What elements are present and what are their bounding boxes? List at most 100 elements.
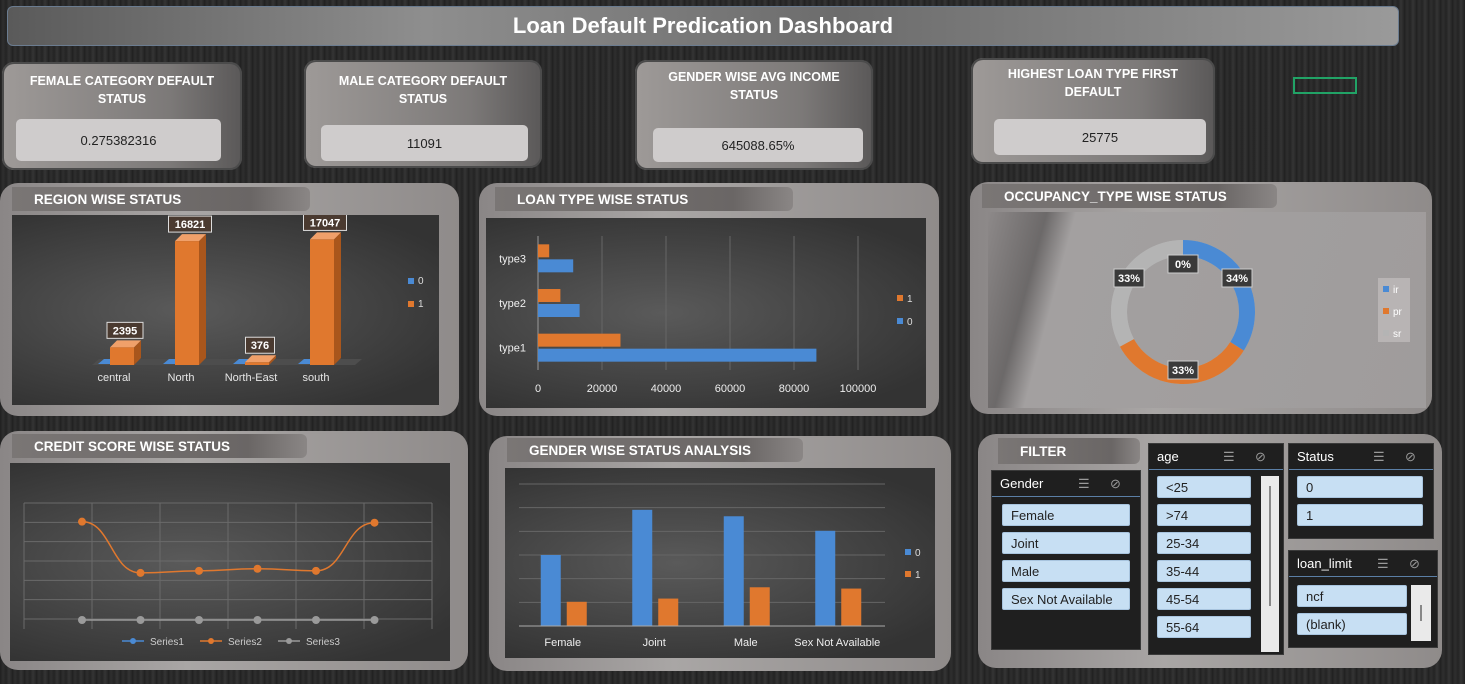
region-legend-swatch-0 [408,278,414,284]
slicer-item-age-35-44[interactable]: 35-44 [1157,560,1251,582]
loan-y-tick: type3 [499,253,526,265]
loan-x-tick: 20000 [587,383,618,395]
region-plot: 2395 central 16821 North 376 North-East 17047 s… [12,213,439,405]
gender-x-tick: Sex Not Available [794,637,880,649]
gender-bar-1 [841,588,862,626]
clear-filter-icon[interactable]: ⊘ [1409,556,1420,572]
slicer-item-female[interactable]: Female [1002,504,1130,526]
age-slicer[interactable]: age ☰ ⊘ <25 >74 25-34 35-44 45-54 55-64 [1148,443,1284,655]
region-x-tick: central [97,372,130,384]
multi-select-icon[interactable]: ☰ [1078,476,1090,492]
kpi-male-card: MALE CATEGORY DEFAULT STATUS 11091 [304,60,542,168]
loan-type-title: LOAN TYPE WISE STATUS [495,187,793,211]
region-bar-1 [110,347,134,365]
loan-bar-0 [538,348,817,362]
loan-limit-slicer-title: loan_limit [1297,556,1352,571]
region-legend-swatch-1 [408,301,414,307]
occupancy-data-label: 0% [1175,259,1191,271]
age-scrollbar[interactable] [1261,476,1279,652]
slicer-item-age-lt25[interactable]: <25 [1157,476,1251,498]
clear-filter-icon[interactable]: ⊘ [1405,449,1416,465]
filter-panel: FILTER Gender ☰ ⊘ Female Joint Male Sex … [978,434,1442,668]
credit-title: CREDIT SCORE WISE STATUS [12,434,307,458]
slicer-item-age-55-64[interactable]: 55-64 [1157,616,1251,638]
occupancy-plot: 34% 33% 33% 0% ir pr sr [988,212,1426,408]
gender-chart: Female Joint Male Sex Not Available 0 1 [519,483,921,649]
kpi-loan-type-card: HIGHEST LOAN TYPE FIRST DEFAULT 25775 [971,58,1215,164]
region-bar-side [199,234,206,365]
kpi-male-label: MALE CATEGORY DEFAULT STATUS [338,74,508,106]
gender-title: GENDER WISE STATUS ANALYSIS [507,438,803,462]
loan-limit-slicer[interactable]: loan_limit ☰ ⊘ ncf (blank) [1288,550,1438,648]
dashboard-title: Loan Default Predication Dashboard [7,6,1399,46]
region-bar-1 [245,362,269,365]
slicer-item-male[interactable]: Male [1002,560,1130,582]
gender-x-tick: Male [734,637,758,649]
gender-x-tick: Joint [643,637,666,649]
loan-x-tick: 80000 [779,383,810,395]
occupancy-data-label: 34% [1226,273,1248,285]
slicer-item-age-gt74[interactable]: >74 [1157,504,1251,526]
clear-filter-icon[interactable]: ⊘ [1110,476,1121,492]
loan-legend-1: 1 [907,294,913,305]
loan-y-tick: type1 [499,343,526,355]
gender-bar-1 [566,601,587,626]
slicer-item-age-45-54[interactable]: 45-54 [1157,588,1251,610]
region-panel: REGION WISE STATUS 2395 central 16821 North… [0,183,459,416]
multi-select-icon[interactable]: ☰ [1373,449,1385,465]
occupancy-chart: 34% 33% 33% 0% ir pr sr [1111,240,1410,384]
loan-legend-swatch-0 [897,318,903,324]
loan-type-panel: LOAN TYPE WISE STATUS 0 20000 40000 60000 80… [479,183,939,416]
gender-slicer[interactable]: Gender ☰ ⊘ Female Joint Male Sex Not Ava… [991,470,1141,650]
region-legend-1: 1 [418,299,424,310]
gender-bar-0 [632,509,653,626]
clear-filter-icon[interactable]: ⊘ [1255,449,1266,465]
occupancy-legend-swatch [1383,308,1389,314]
kpi-loan-type-label: HIGHEST LOAN TYPE FIRST DEFAULT [1007,67,1179,99]
gender-bar-1 [749,587,770,626]
occupancy-legend-label: pr [1393,307,1403,318]
region-legend-0: 0 [418,276,424,287]
gender-x-tick: Female [544,637,581,649]
region-x-tick: North-East [225,372,278,384]
gender-legend-swatch [905,571,911,577]
loan-limit-scrollbar[interactable] [1411,585,1431,641]
gender-plot: Female Joint Male Sex Not Available 0 1 [505,468,935,658]
slicer-item-status-0[interactable]: 0 [1297,476,1423,498]
multi-select-icon[interactable]: ☰ [1377,556,1389,572]
filter-title: FILTER [998,438,1140,464]
kpi-female-value: 0.275382316 [16,119,221,161]
gender-slicer-title: Gender [1000,476,1044,491]
multi-select-icon[interactable]: ☰ [1223,449,1235,465]
occupancy-legend-label: ir [1393,285,1399,296]
credit-legend-label: Series2 [228,637,262,648]
slicer-item-blank[interactable]: (blank) [1297,613,1407,635]
slicer-item-age-25-34[interactable]: 25-34 [1157,532,1251,554]
slicer-item-ncf[interactable]: ncf [1297,585,1407,607]
slicer-item-sex-na[interactable]: Sex Not Available [1002,588,1130,610]
loan-x-tick: 60000 [715,383,746,395]
kpi-male-value: 11091 [321,125,528,161]
age-slicer-title: age [1157,449,1179,464]
slicer-item-joint[interactable]: Joint [1002,532,1130,554]
gender-legend-swatch [905,549,911,555]
gender-panel: GENDER WISE STATUS ANALYSIS Female Joint M… [489,436,951,671]
status-slicer[interactable]: Status ☰ ⊘ 0 1 [1288,443,1434,539]
gender-bar-0 [815,530,836,626]
age-scroll-thumb[interactable] [1269,486,1271,606]
credit-chart: Series1 Series2 Series3 [23,502,433,648]
loan-type-chart: 0 20000 40000 60000 80000 100000 type1 type2 typ… [499,236,913,395]
loan-type-plot: 0 20000 40000 60000 80000 100000 type1 type2 typ… [486,218,926,408]
selected-cell[interactable] [1293,77,1357,94]
loan-y-tick: type2 [499,298,526,310]
region-chart: 2395 central 16821 North 376 North-East 17047 s… [92,213,424,384]
slicer-item-status-1[interactable]: 1 [1297,504,1423,526]
credit-series2-point [253,564,262,573]
credit-series2-point [370,518,379,527]
credit-series2-point [312,566,320,575]
region-data-label: 376 [251,340,269,352]
loan-limit-scroll-thumb[interactable] [1420,605,1422,621]
region-bar-1 [175,241,199,365]
region-data-label: 2395 [113,325,137,337]
gender-bar-0 [540,555,561,626]
